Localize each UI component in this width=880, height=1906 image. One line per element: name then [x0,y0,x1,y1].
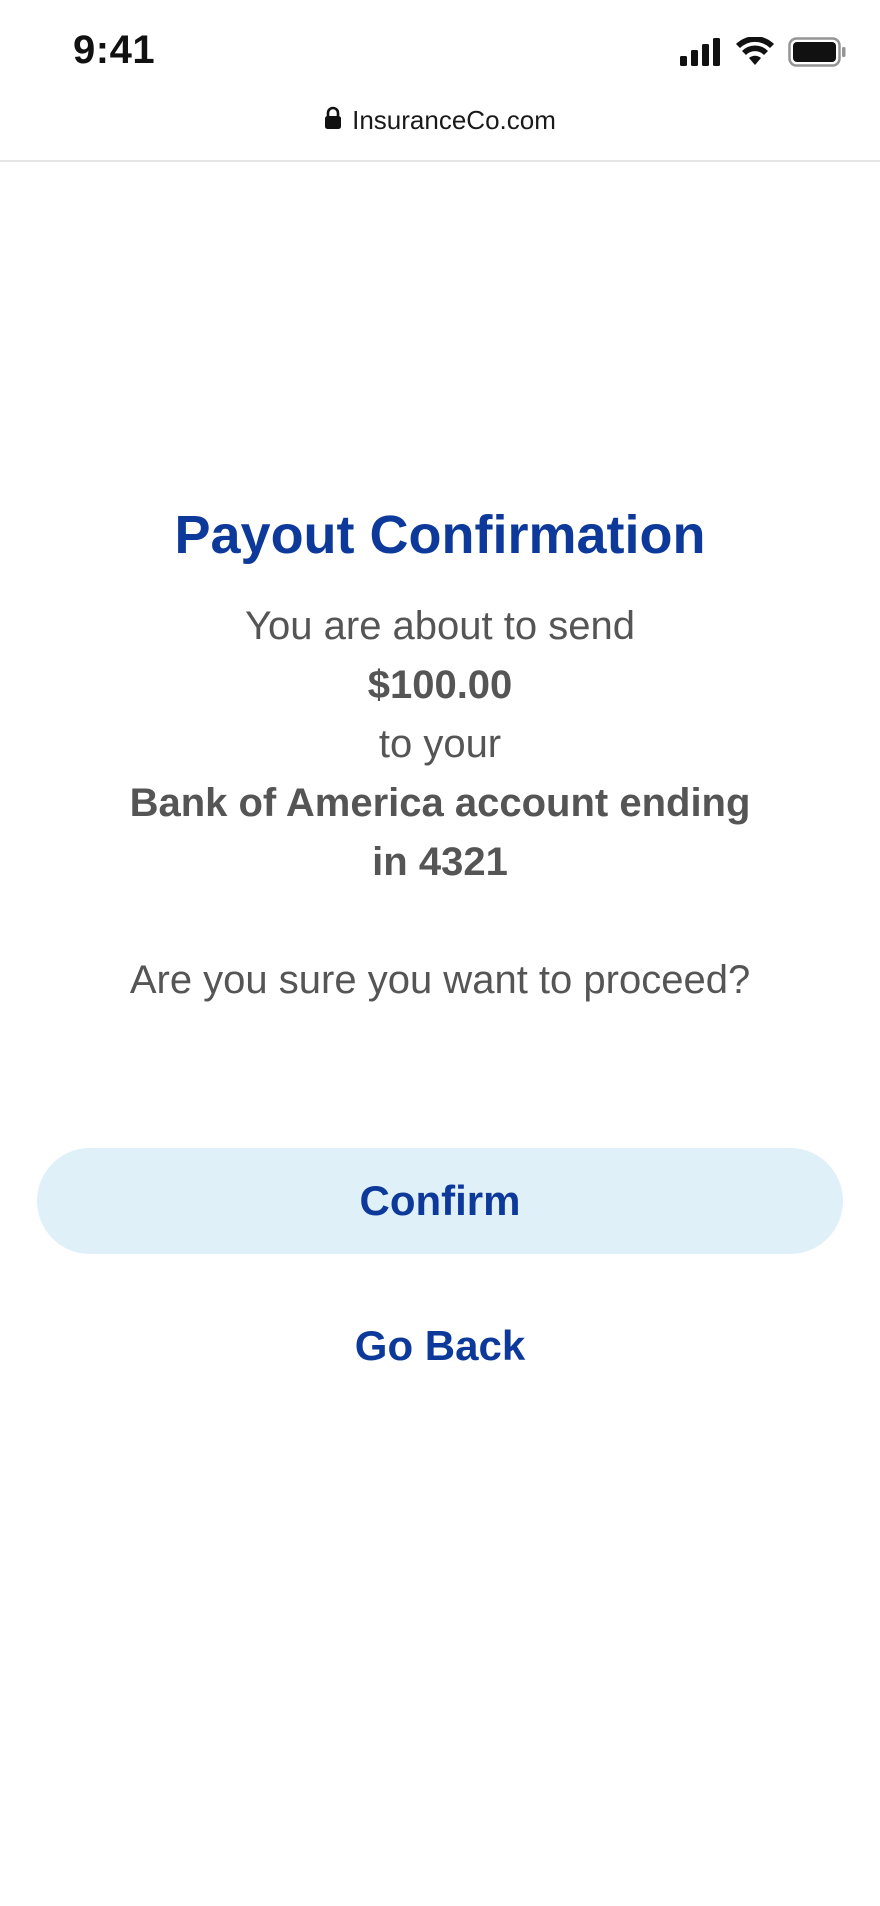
go-back-link[interactable]: Go Back [0,1316,880,1376]
url-text: InsuranceCo.com [352,104,556,135]
connector-text: to your [378,722,502,766]
browser-url-bar[interactable]: InsuranceCo.com [0,96,880,162]
wifi-icon [736,35,774,72]
confirm-button[interactable]: Confirm [37,1148,843,1254]
page-title: Payout Confirmation [174,505,706,565]
account-description-line1: Bank of America account ending [129,781,751,825]
lock-icon [324,106,342,135]
payout-amount: $100.00 [367,663,513,707]
account-description-line2: in 4321 [372,840,508,884]
status-icons [680,35,846,72]
status-time: 9:41 [73,28,156,72]
confirmation-question: Are you sure you want to proceed? [129,958,751,1002]
intro-text: You are about to send [245,604,635,648]
status-bar: 9:41 [0,0,880,100]
battery-icon [788,36,846,72]
cellular-signal-icon [680,37,722,71]
confirmation-panel: Payout Confirmation You are about to sen… [0,495,880,1010]
url-display: InsuranceCo.com [324,98,556,142]
